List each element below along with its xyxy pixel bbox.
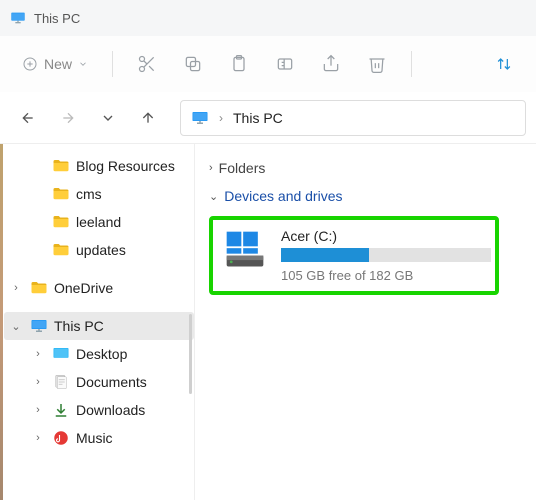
sidebar-item-documents[interactable]: › Documents	[4, 368, 194, 396]
scrollbar[interactable]	[189, 314, 192, 394]
recent-button[interactable]	[90, 100, 126, 136]
folder-icon	[52, 213, 70, 231]
sidebar-item-blog-resources[interactable]: Blog Resources	[4, 152, 194, 180]
new-button[interactable]: New	[12, 50, 98, 78]
sidebar-item-label: Desktop	[76, 346, 127, 362]
breadcrumb-location[interactable]: This PC	[233, 110, 283, 126]
new-button-label: New	[44, 56, 72, 72]
sidebar-item-label: Music	[76, 430, 113, 446]
nav-bar: › This PC	[0, 92, 536, 144]
title-bar: This PC	[0, 0, 536, 36]
share-icon	[321, 54, 341, 74]
sidebar-item-downloads[interactable]: › Downloads	[4, 396, 194, 424]
this-pc-icon	[10, 10, 26, 26]
drive-name: Acer (C:)	[281, 228, 491, 244]
forward-button[interactable]	[50, 100, 86, 136]
sidebar-item-label: Documents	[76, 374, 147, 390]
toolbar: New	[0, 36, 536, 92]
desktop-icon	[52, 345, 70, 363]
sidebar-item-leeland[interactable]: leeland	[4, 208, 194, 236]
sidebar-item-updates[interactable]: updates	[4, 236, 194, 264]
address-bar[interactable]: › This PC	[180, 100, 526, 136]
chevron-right-icon[interactable]: ›	[8, 282, 24, 294]
sidebar-item-label: OneDrive	[54, 280, 113, 296]
folder-icon	[30, 279, 48, 297]
sidebar-item-label: leeland	[76, 214, 121, 230]
chevron-down-icon	[78, 59, 88, 69]
back-button[interactable]	[10, 100, 46, 136]
sidebar-item-desktop[interactable]: › Desktop	[4, 340, 194, 368]
sort-button[interactable]	[484, 44, 524, 84]
sidebar-item-label: Downloads	[76, 402, 145, 418]
trash-icon	[367, 54, 387, 74]
chevron-right-icon[interactable]: ›	[30, 348, 46, 360]
breadcrumb-separator: ›	[219, 111, 223, 125]
chevron-right-icon[interactable]: ›	[30, 432, 46, 444]
toolbar-separator	[112, 51, 113, 77]
sidebar-item-cms[interactable]: cms	[4, 180, 194, 208]
drive-usage-fill	[281, 248, 369, 262]
chevron-down-icon[interactable]: ⌄	[8, 320, 24, 333]
chevron-down-icon: ⌄	[209, 190, 218, 203]
sidebar-item-music[interactable]: › Music	[4, 424, 194, 452]
sidebar-item-label: updates	[76, 242, 126, 258]
folder-icon	[52, 157, 70, 175]
section-folders[interactable]: › Folders	[209, 160, 522, 176]
sort-icon	[494, 54, 514, 74]
body: Blog Resources cms leeland updates ›	[0, 144, 536, 500]
drive-item[interactable]: Acer (C:) 105 GB free of 182 GB	[209, 216, 499, 295]
sidebar-item-label: cms	[76, 186, 102, 202]
cut-button[interactable]	[127, 44, 167, 84]
documents-icon	[52, 373, 70, 391]
drive-usage-bar	[281, 248, 491, 262]
sidebar: Blog Resources cms leeland updates ›	[0, 144, 195, 500]
rename-button[interactable]	[265, 44, 305, 84]
sidebar-item-this-pc[interactable]: ⌄ This PC	[4, 312, 194, 340]
chevron-right-icon: ›	[209, 162, 213, 174]
folder-icon	[52, 185, 70, 203]
share-button[interactable]	[311, 44, 351, 84]
drive-free-text: 105 GB free of 182 GB	[281, 268, 491, 283]
scissors-icon	[137, 54, 157, 74]
clipboard-icon	[229, 54, 249, 74]
this-pc-icon	[30, 317, 48, 335]
rename-icon	[275, 54, 295, 74]
delete-button[interactable]	[357, 44, 397, 84]
downloads-icon	[52, 401, 70, 419]
chevron-right-icon[interactable]: ›	[30, 376, 46, 388]
sidebar-item-label: This PC	[54, 318, 104, 334]
section-folders-label: Folders	[219, 160, 266, 176]
drive-icon	[223, 228, 267, 272]
section-devices-label: Devices and drives	[224, 188, 342, 204]
copy-button[interactable]	[173, 44, 213, 84]
folder-icon	[52, 241, 70, 259]
paste-button[interactable]	[219, 44, 259, 84]
copy-icon	[183, 54, 203, 74]
content-pane: › Folders ⌄ Devices and drives Acer (	[195, 144, 536, 500]
sidebar-item-label: Blog Resources	[76, 158, 175, 174]
music-icon	[52, 429, 70, 447]
chevron-right-icon[interactable]: ›	[30, 404, 46, 416]
up-button[interactable]	[130, 100, 166, 136]
this-pc-icon	[191, 109, 209, 127]
sidebar-item-onedrive[interactable]: › OneDrive	[4, 274, 194, 302]
toolbar-separator	[411, 51, 412, 77]
section-devices[interactable]: ⌄ Devices and drives	[209, 188, 522, 204]
left-edge-strip	[0, 144, 3, 500]
window-title: This PC	[34, 11, 80, 26]
